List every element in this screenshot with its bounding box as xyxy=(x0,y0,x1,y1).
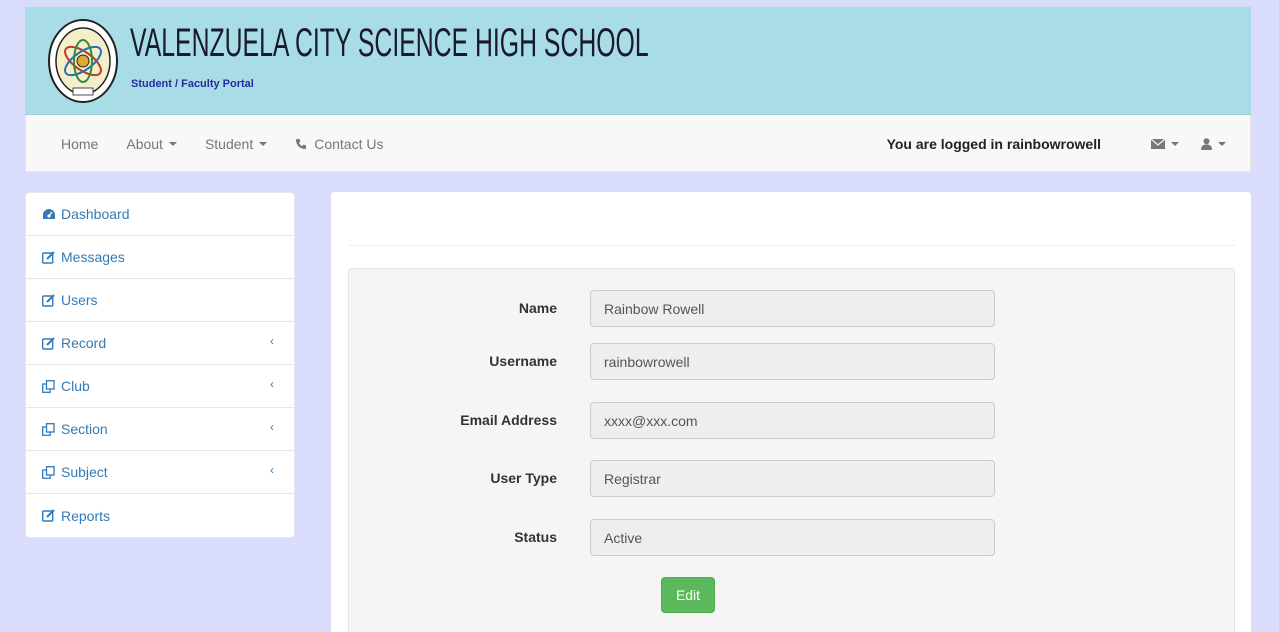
edit-icon xyxy=(42,336,56,350)
sidebar-item-club[interactable]: Club ‹ xyxy=(26,365,294,408)
user-type-label: User Type xyxy=(490,470,557,486)
sidebar-item-label: Record xyxy=(61,335,107,351)
email-label: Email Address xyxy=(460,412,557,428)
sidebar-menu: Dashboard Messages Users Record ‹ Club ‹… xyxy=(25,192,295,538)
sidebar-item-label: Messages xyxy=(61,249,125,265)
sidebar-item-dashboard[interactable]: Dashboard xyxy=(26,193,294,236)
messages-dropdown[interactable] xyxy=(1151,138,1179,149)
copy-icon xyxy=(42,379,56,393)
portal-subtitle: Student / Faculty Portal xyxy=(131,78,254,90)
logged-in-status: You are logged in rainbowrowell xyxy=(886,135,1101,152)
chevron-left-icon: ‹ xyxy=(270,420,274,434)
divider xyxy=(348,245,1235,246)
edit-button[interactable]: Edit xyxy=(661,577,715,613)
username-label: Username xyxy=(489,353,557,369)
nav-home[interactable]: Home xyxy=(61,136,98,152)
sidebar-item-reports[interactable]: Reports xyxy=(26,494,294,537)
edit-icon xyxy=(42,509,56,523)
sidebar-item-label: Subject xyxy=(61,464,108,480)
user-icon xyxy=(1201,137,1212,150)
sidebar-item-label: Users xyxy=(61,292,98,308)
caret-down-icon xyxy=(168,141,177,146)
edit-icon xyxy=(42,293,56,307)
user-type-field[interactable] xyxy=(590,460,995,497)
caret-down-icon xyxy=(259,141,268,146)
header-banner: VALENZUELA CITY SCIENCE HIGH SCHOOL Stud… xyxy=(25,7,1251,115)
sidebar-item-messages[interactable]: Messages xyxy=(26,236,294,279)
top-navbar: Home About Student Contact Us You are lo… xyxy=(25,115,1251,172)
school-name: VALENZUELA CITY SCIENCE HIGH SCHOOL xyxy=(130,21,649,65)
sidebar-item-label: Section xyxy=(61,421,108,437)
form-row-status: Status xyxy=(349,519,1234,556)
sidebar-item-section[interactable]: Section ‹ xyxy=(26,408,294,451)
chevron-left-icon: ‹ xyxy=(270,334,274,348)
name-field[interactable] xyxy=(590,290,995,327)
name-label: Name xyxy=(518,300,557,316)
nav-about-label: About xyxy=(126,135,163,152)
nav-about[interactable]: About xyxy=(126,136,177,152)
envelope-icon xyxy=(1151,138,1165,149)
sidebar-item-record[interactable]: Record ‹ xyxy=(26,322,294,365)
sidebar-item-label: Club xyxy=(61,378,90,394)
main-content-panel: Name Username Email Address User Type St… xyxy=(331,192,1251,632)
form-row-user-type: User Type xyxy=(349,460,1234,497)
sidebar-item-subject[interactable]: Subject ‹ xyxy=(26,451,294,494)
user-dropdown[interactable] xyxy=(1201,137,1226,150)
form-row-username: Username xyxy=(349,343,1234,380)
phone-icon xyxy=(296,138,307,149)
copy-icon xyxy=(42,422,56,436)
nav-contact[interactable]: Contact Us xyxy=(295,136,383,152)
caret-down-icon xyxy=(1218,141,1226,146)
dashboard-icon xyxy=(42,207,56,221)
school-seal-logo xyxy=(48,19,118,103)
email-field[interactable] xyxy=(590,402,995,439)
nav-contact-label: Contact Us xyxy=(314,135,384,152)
copy-icon xyxy=(42,465,56,479)
nav-student[interactable]: Student xyxy=(204,135,268,152)
nav-student-label: Student xyxy=(204,135,254,152)
form-row-name: Name xyxy=(349,290,1234,327)
status-label: Status xyxy=(514,529,557,545)
edit-icon xyxy=(42,250,56,264)
chevron-left-icon: ‹ xyxy=(270,463,274,477)
status-field[interactable] xyxy=(590,519,995,556)
username-field[interactable] xyxy=(590,343,995,380)
profile-form: Name Username Email Address User Type St… xyxy=(348,268,1235,632)
form-row-email: Email Address xyxy=(349,402,1234,439)
sidebar-item-users[interactable]: Users xyxy=(26,279,294,322)
caret-down-icon xyxy=(1171,141,1179,146)
sidebar-item-label: Dashboard xyxy=(61,206,130,222)
chevron-left-icon: ‹ xyxy=(270,377,274,391)
sidebar-item-label: Reports xyxy=(61,507,111,524)
